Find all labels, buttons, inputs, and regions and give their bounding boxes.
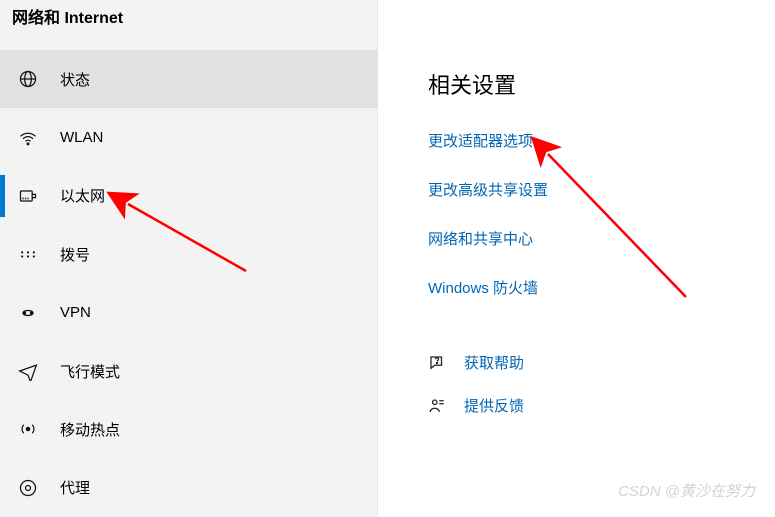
link-network-sharing-center[interactable]: 网络和共享中心 xyxy=(428,228,775,249)
sidebar-item-ethernet[interactable]: 以太网 xyxy=(0,167,377,225)
feedback-icon xyxy=(428,397,446,415)
settings-category-title: 网络和 Internet xyxy=(0,0,377,50)
sidebar-item-wlan[interactable]: WLAN xyxy=(0,108,377,166)
link-advanced-sharing-settings[interactable]: 更改高级共享设置 xyxy=(428,179,775,200)
related-settings-heading: 相关设置 xyxy=(428,68,775,100)
help-get-help[interactable]: 获取帮助 xyxy=(428,352,775,373)
help-icon xyxy=(428,354,446,372)
sidebar: 网络和 Internet 状态 WLAN 以太网 拨号 xyxy=(0,0,378,517)
help-link-label: 提供反馈 xyxy=(464,395,524,416)
vpn-icon xyxy=(18,303,38,323)
sidebar-item-label: 代理 xyxy=(60,477,90,498)
proxy-icon xyxy=(18,478,38,498)
sidebar-item-label: 以太网 xyxy=(60,185,105,206)
sidebar-item-dialup[interactable]: 拨号 xyxy=(0,225,377,283)
sidebar-item-label: 拨号 xyxy=(60,244,90,265)
sidebar-item-status[interactable]: 状态 xyxy=(0,50,377,108)
airplane-icon xyxy=(18,361,38,381)
sidebar-item-proxy[interactable]: 代理 xyxy=(0,459,377,517)
sidebar-item-label: VPN xyxy=(60,304,91,321)
sidebar-item-label: 飞行模式 xyxy=(60,361,120,382)
main-content: 相关设置 更改适配器选项 更改高级共享设置 网络和共享中心 Windows 防火… xyxy=(378,0,775,517)
link-windows-firewall[interactable]: Windows 防火墙 xyxy=(428,277,775,298)
link-change-adapter-options[interactable]: 更改适配器选项 xyxy=(428,130,775,151)
help-link-label: 获取帮助 xyxy=(464,352,524,373)
sidebar-item-airplane[interactable]: 飞行模式 xyxy=(0,342,377,400)
ethernet-icon xyxy=(18,186,38,206)
sidebar-item-hotspot[interactable]: 移动热点 xyxy=(0,400,377,458)
sidebar-item-vpn[interactable]: VPN xyxy=(0,284,377,342)
globe-icon xyxy=(18,69,38,89)
dialup-icon xyxy=(18,244,38,264)
wifi-icon xyxy=(18,128,38,148)
help-give-feedback[interactable]: 提供反馈 xyxy=(428,395,775,416)
sidebar-item-label: 状态 xyxy=(60,69,90,90)
help-section: 获取帮助 提供反馈 xyxy=(428,352,775,416)
sidebar-item-label: WLAN xyxy=(60,129,103,146)
sidebar-item-label: 移动热点 xyxy=(60,419,120,440)
hotspot-icon xyxy=(18,419,38,439)
